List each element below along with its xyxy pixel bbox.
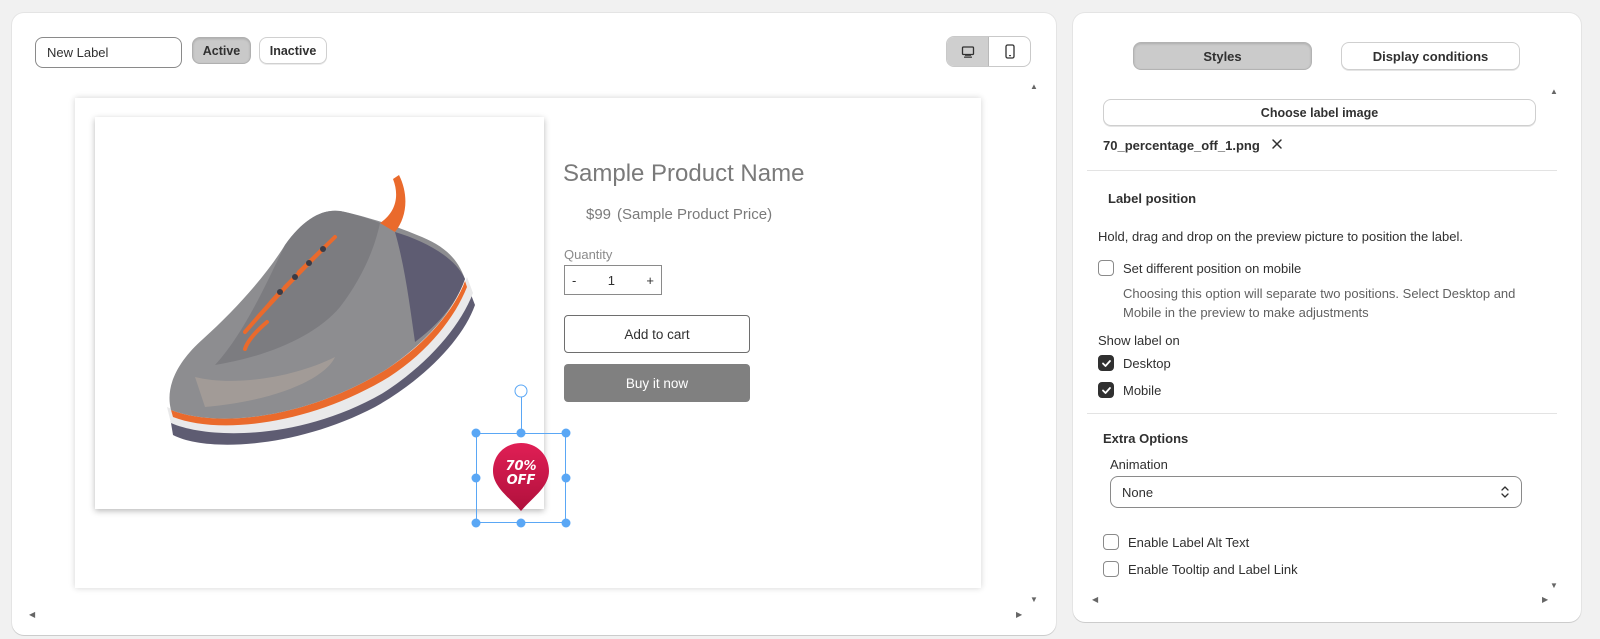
checkmark-icon	[1101, 386, 1111, 394]
resize-handle-r[interactable]	[561, 473, 571, 483]
quantity-stepper[interactable]: - 1 +	[564, 265, 662, 295]
resize-handle-br[interactable]	[561, 518, 571, 528]
badge-image: 70% OFF	[493, 443, 549, 511]
preview-card: Active Inactive	[12, 13, 1056, 635]
panel-scroll-up-arrow[interactable]: ▲	[1550, 88, 1558, 96]
quantity-label: Quantity	[564, 247, 613, 262]
scroll-up-arrow[interactable]: ▲	[1030, 83, 1038, 91]
resize-handle-l[interactable]	[471, 473, 481, 483]
checkmark-icon	[1101, 359, 1111, 367]
different-mobile-checkbox-row[interactable]: Set different position on mobile	[1098, 260, 1301, 276]
tab-display-conditions[interactable]: Display conditions	[1341, 42, 1520, 70]
rotate-handle[interactable]	[514, 384, 528, 398]
select-arrows-icon	[1501, 486, 1509, 498]
alt-text-label: Enable Label Alt Text	[1128, 534, 1250, 550]
tooltip-checkbox[interactable]	[1103, 561, 1119, 577]
label-position-help: Hold, drag and drop on the preview pictu…	[1098, 229, 1463, 244]
device-toggle	[946, 36, 1031, 67]
tooltip-label: Enable Tooltip and Label Link	[1128, 561, 1298, 577]
label-position-title: Label position	[1108, 191, 1197, 206]
rotate-line	[521, 395, 522, 433]
different-mobile-label: Set different position on mobile	[1123, 260, 1302, 276]
tab-styles[interactable]: Styles	[1133, 42, 1312, 70]
different-mobile-help: Choosing this option will separate two p…	[1123, 286, 1516, 320]
scroll-left-arrow[interactable]: ◀	[29, 611, 35, 619]
desktop-icon	[961, 45, 974, 58]
panel-scroll-right-arrow[interactable]: ▶	[1542, 596, 1548, 604]
remove-file-button[interactable]	[1270, 137, 1284, 156]
choose-label-image-button[interactable]: Choose label image	[1103, 99, 1536, 126]
product-price: $99 (Sample Product Price)	[586, 206, 772, 223]
divider	[1087, 413, 1557, 414]
different-mobile-checkbox[interactable]	[1098, 260, 1114, 276]
desktop-checkbox-row[interactable]: Desktop	[1098, 355, 1171, 371]
tooltip-checkbox-row[interactable]: Enable Tooltip and Label Link	[1103, 561, 1298, 577]
extra-options-title: Extra Options	[1103, 431, 1189, 446]
animation-label: Animation	[1110, 457, 1168, 472]
quantity-value: 1	[607, 272, 615, 288]
active-button[interactable]: Active	[192, 37, 251, 64]
panel-scroll-left-arrow[interactable]: ◀	[1092, 596, 1098, 604]
label-name-input[interactable]	[35, 37, 182, 68]
price-value: $99	[586, 206, 612, 223]
resize-handle-tr[interactable]	[561, 428, 571, 438]
add-to-cart-button[interactable]: Add to cart	[564, 315, 750, 353]
mobile-checkbox-row[interactable]: Mobile	[1098, 382, 1161, 398]
label-badge[interactable]: 70% OFF	[471, 384, 571, 528]
desktop-view-button[interactable]	[947, 37, 989, 66]
resize-handle-bl[interactable]	[471, 518, 481, 528]
scroll-right-arrow[interactable]: ▶	[1016, 611, 1022, 619]
resize-handle-tl[interactable]	[471, 428, 481, 438]
price-note: (Sample Product Price)	[617, 206, 773, 223]
badge-line1: 70%	[505, 459, 536, 474]
mobile-checkbox[interactable]	[1098, 382, 1114, 398]
mobile-icon	[1004, 44, 1015, 59]
badge-line2: OFF	[507, 473, 536, 488]
resize-handle-t[interactable]	[516, 428, 526, 438]
settings-panel: Styles Display conditions Choose label i…	[1073, 13, 1581, 622]
product-preview-stage: Sample Product Name $99 (Sample Product P…	[75, 98, 981, 588]
desktop-checkbox[interactable]	[1098, 355, 1114, 371]
resize-handle-b[interactable]	[516, 518, 526, 528]
divider	[1087, 170, 1557, 171]
animation-select[interactable]: None	[1110, 476, 1522, 508]
inactive-button[interactable]: Inactive	[259, 37, 327, 64]
show-label-on-label: Show label on	[1098, 333, 1180, 348]
animation-value: None	[1122, 484, 1154, 500]
mobile-view-button[interactable]	[989, 37, 1030, 66]
alt-text-checkbox[interactable]	[1103, 534, 1119, 550]
quantity-minus[interactable]: -	[572, 273, 576, 288]
product-name: Sample Product Name	[563, 160, 805, 187]
alt-text-checkbox-row[interactable]: Enable Label Alt Text	[1103, 534, 1249, 550]
quantity-plus[interactable]: +	[646, 273, 654, 288]
scroll-down-arrow[interactable]: ▼	[1030, 596, 1038, 604]
file-name: 70_percentage_off_1.png	[1103, 138, 1260, 153]
desktop-label: Desktop	[1123, 355, 1171, 371]
close-icon	[1272, 139, 1282, 149]
panel-scroll-down-arrow[interactable]: ▼	[1550, 582, 1558, 590]
mobile-label: Mobile	[1123, 382, 1162, 398]
buy-now-button[interactable]: Buy it now	[564, 364, 750, 402]
